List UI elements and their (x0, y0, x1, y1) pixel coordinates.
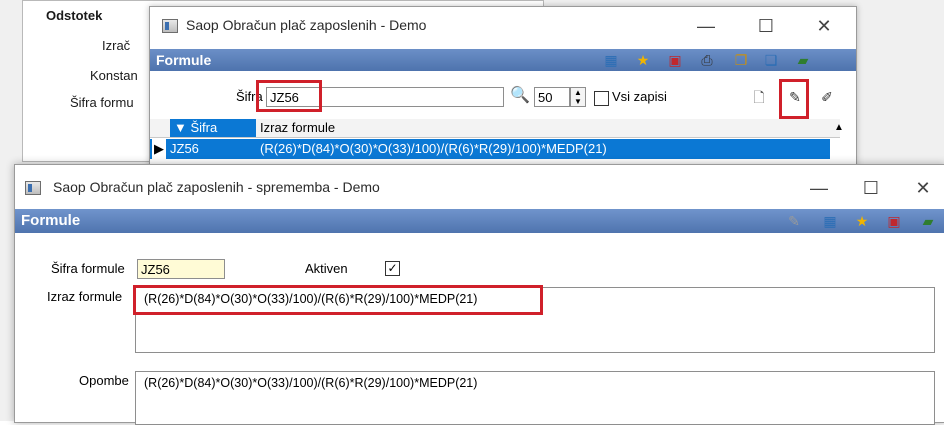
page-size-input[interactable]: 50 (534, 87, 570, 107)
scroll-up-icon[interactable]: ▲ (834, 119, 844, 137)
columns-icon[interactable]: ▦ (602, 51, 620, 69)
background-label-sifra: Šifra formu (70, 95, 134, 110)
star-icon[interactable]: ★ (634, 51, 652, 69)
column-header-code[interactable]: ▼ Šifra (170, 119, 256, 137)
active-checkbox[interactable]: ✓ (385, 261, 400, 276)
minimize-button[interactable]: — (686, 15, 726, 37)
edit-disabled-icon[interactable]: ✎ (785, 212, 803, 230)
notes-label: Opombe (79, 373, 129, 388)
list-window: Saop Obračun plač zaposlenih - Demo — ☐ … (149, 6, 857, 178)
active-label: Aktiven (305, 261, 348, 276)
book-icon[interactable]: ▰ (919, 212, 937, 230)
list-window-titlebar[interactable]: Saop Obračun plač zaposlenih - Demo — ☐ … (150, 7, 856, 45)
maximize-button[interactable]: ☐ (851, 177, 891, 199)
book-icon[interactable]: ▰ (794, 51, 812, 69)
column-header-expression[interactable]: Izraz formule (260, 119, 335, 137)
edit-window-title: Saop Obračun plač zaposlenih - sprememba… (53, 179, 380, 195)
edit-form: Šifra formule JZ56 Aktiven ✓ Izraz formu… (15, 233, 944, 425)
new-record-icon[interactable]: 🗋 (750, 88, 768, 106)
row-code: JZ56 (170, 141, 199, 156)
search-label: Šifra (236, 89, 263, 104)
expression-textarea[interactable]: (R(26)*D(84)*O(30)*O(33)/100)/(R(6)*R(29… (135, 287, 935, 353)
edit-window: Saop Obračun plač zaposlenih - sprememba… (14, 164, 944, 425)
row-expression: (R(26)*D(84)*O(30)*O(33)/100)/(R(6)*R(29… (260, 141, 607, 156)
edit-window-titlebar[interactable]: Saop Obračun plač zaposlenih - sprememba… (15, 165, 944, 209)
grid-header: ▼ Šifra Izraz formule ▲ (150, 119, 844, 138)
export-icon[interactable]: ▣ (666, 51, 684, 69)
search-icon[interactable]: 🔍 (510, 87, 530, 105)
all-records-label: Vsi zapisi (612, 89, 667, 104)
list-window-title: Saop Obračun plač zaposlenih - Demo (186, 17, 427, 33)
background-label-izrac: Izrač (102, 38, 131, 53)
star-icon[interactable]: ★ (853, 212, 871, 230)
edit-header-title: Formule (21, 212, 81, 229)
code-label: Šifra formule (51, 261, 125, 276)
minimize-button[interactable]: — (799, 177, 839, 199)
app-icon (162, 19, 178, 33)
code-input[interactable]: JZ56 (137, 259, 225, 279)
page-size-spinner[interactable]: ▲ ▼ (570, 87, 586, 107)
notes-textarea[interactable]: (R(26)*D(84)*O(30)*O(33)/100)/(R(6)*R(29… (135, 371, 935, 425)
list-header-title: Formule (156, 52, 212, 68)
print-icon[interactable]: ⎙ (698, 51, 716, 69)
edit-record-icon[interactable]: ✎ (786, 88, 804, 106)
columns-icon[interactable]: ▦ (821, 212, 839, 230)
app-icon (25, 181, 41, 195)
maximize-button[interactable]: ☐ (746, 15, 786, 37)
edit-alt-icon[interactable]: ✐ (818, 88, 836, 106)
copy-icon[interactable]: ❐ (732, 51, 750, 69)
edit-window-header: Formule (15, 209, 944, 233)
table-row[interactable]: ▶ JZ56 (R(26)*D(84)*O(30)*O(33)/100)/(R(… (150, 139, 830, 159)
background-group-title: Odstotek (46, 8, 103, 23)
close-button[interactable]: ✕ (804, 15, 844, 37)
export-icon[interactable]: ▣ (885, 212, 903, 230)
search-input[interactable]: JZ56 (266, 87, 504, 107)
row-pointer-icon: ▶ (152, 139, 166, 159)
expression-label: Izraz formule (47, 289, 123, 304)
list-window-header: Formule (150, 49, 856, 71)
close-button[interactable]: ✕ (903, 177, 943, 199)
background-label-konstan: Konstan (90, 68, 138, 83)
all-records-checkbox[interactable] (594, 91, 609, 106)
paste-icon[interactable]: ❏ (762, 51, 780, 69)
